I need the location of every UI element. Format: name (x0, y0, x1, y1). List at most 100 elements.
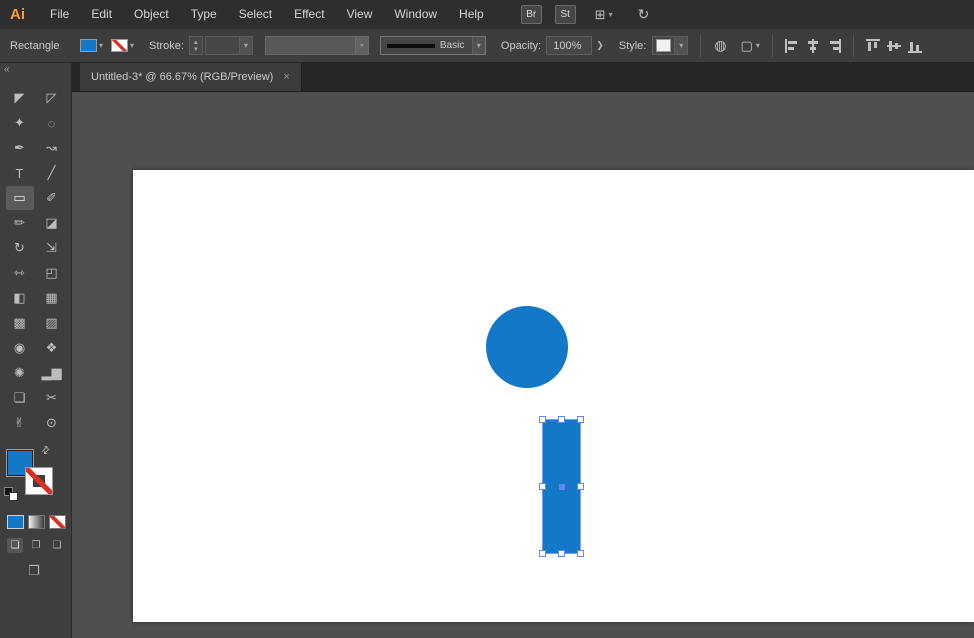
eyedropper-tool[interactable]: ◉ (6, 336, 34, 360)
chevron-down-icon[interactable]: ▾ (354, 37, 368, 54)
tool-icon: ✂ (46, 390, 57, 405)
symbol-sprayer-tool[interactable]: ✺ (6, 361, 34, 385)
close-icon[interactable]: × (283, 71, 289, 83)
rotate-tool[interactable]: ↻ (6, 236, 34, 260)
draw-behind-button[interactable]: ❐ (28, 538, 44, 553)
paintbrush-tool[interactable]: ✐ (38, 186, 66, 210)
selection-handle-sw[interactable] (539, 550, 546, 557)
rectangle-tool[interactable]: ▭ (5, 186, 34, 210)
swap-fill-stroke-icon[interactable]: ⇄ (39, 444, 53, 458)
collapse-panel-icon[interactable]: « (0, 63, 71, 78)
opacity-flyout-icon[interactable]: ❯ (596, 40, 604, 51)
document-tab[interactable]: Untitled-3* @ 66.67% (RGB/Preview) × (80, 63, 302, 91)
zoom-tool[interactable]: ⊙ (38, 411, 66, 435)
horizontal-align-left-icon[interactable] (784, 38, 799, 53)
stroke-width-stepper[interactable]: ▴ ▾ (188, 36, 203, 55)
color-button[interactable] (7, 515, 24, 529)
draw-inside-button[interactable]: ❑ (49, 538, 65, 553)
illustrator-logo[interactable]: Ai (10, 6, 25, 23)
tool-icon: ╱ (47, 165, 56, 180)
hand-tool[interactable]: ✌ (6, 411, 34, 435)
donut-shape[interactable] (486, 306, 568, 388)
fill-color-control[interactable]: ▾ (80, 39, 103, 52)
menu-object[interactable]: Object (123, 0, 180, 29)
recolor-artwork-icon[interactable]: ◍ (714, 37, 726, 54)
chevron-down-icon[interactable]: ▾ (471, 37, 485, 54)
horizontal-align-right-icon[interactable] (826, 38, 841, 53)
sync-icon[interactable]: ↻ (638, 6, 650, 23)
shaper-tool[interactable]: ✏ (6, 211, 34, 235)
free-transform-tool[interactable]: ◰ (38, 261, 66, 285)
curvature-tool[interactable]: ↝ (38, 136, 66, 160)
shape-builder-tool[interactable]: ◧ (6, 286, 34, 310)
width-tool[interactable]: ⇿ (6, 261, 34, 285)
scale-tool[interactable]: ⇲ (38, 236, 66, 260)
menu-window[interactable]: Window (383, 0, 448, 29)
eraser-tool[interactable]: ◪ (38, 211, 66, 235)
selection-handle-nw[interactable] (539, 416, 546, 423)
tool-icon: ⇲ (46, 240, 57, 255)
chevron-down-icon[interactable]: ▾ (238, 37, 252, 54)
selection-center-point[interactable] (558, 483, 565, 490)
line-segment-tool[interactable]: ╱ (38, 161, 66, 185)
selection-handle-se[interactable] (577, 550, 584, 557)
vertical-align-bottom-icon[interactable] (907, 38, 922, 53)
brush-definition-select[interactable]: Basic ▾ (379, 36, 486, 55)
stroke-label[interactable]: Stroke: (149, 40, 184, 52)
mesh-tool[interactable]: ▩ (6, 311, 34, 335)
chevron-down-icon[interactable]: ▾ (130, 41, 134, 50)
horizontal-align-center-icon[interactable] (805, 38, 820, 53)
gradient-tool[interactable]: ▨ (38, 311, 66, 335)
vertical-align-top-icon[interactable] (865, 38, 880, 53)
menu-help[interactable]: Help (448, 0, 495, 29)
menu-file[interactable]: File (39, 0, 80, 29)
lasso-tool[interactable]: ◌ (38, 111, 66, 135)
magic-wand-tool[interactable]: ✦ (6, 111, 34, 135)
stroke-color-control[interactable]: ▾ (111, 39, 134, 52)
column-graph-tool[interactable]: ▂▆ (38, 361, 66, 385)
none-button[interactable] (49, 515, 66, 529)
menu-effect[interactable]: Effect (283, 0, 335, 29)
slice-tool[interactable]: ✂ (38, 386, 66, 410)
document-setup-control[interactable]: ▢ ▾ (741, 38, 760, 54)
selection-handle-ne[interactable] (577, 416, 584, 423)
opacity-label[interactable]: Opacity: (501, 40, 541, 52)
menu-type[interactable]: Type (180, 0, 228, 29)
stroke-none-swatch[interactable] (111, 39, 129, 52)
menu-view[interactable]: View (336, 0, 384, 29)
stock-icon[interactable]: St (554, 5, 576, 24)
stepper-up-icon[interactable]: ▴ (194, 39, 198, 46)
stroke-swatch[interactable] (25, 467, 53, 495)
artboard-tool[interactable]: ❏ (6, 386, 34, 410)
chevron-down-icon[interactable]: ▾ (99, 41, 103, 50)
style-label[interactable]: Style: (619, 40, 647, 52)
opacity-field[interactable]: 100% (546, 36, 593, 55)
chevron-down-icon[interactable]: ▾ (674, 37, 688, 54)
canvas-area[interactable] (72, 92, 974, 638)
default-fill-stroke-icon[interactable] (4, 487, 20, 503)
selection-tool[interactable]: ◤ (6, 86, 34, 110)
selection-handle-e[interactable] (577, 482, 584, 490)
type-tool[interactable]: T (6, 161, 34, 185)
perspective-grid-tool[interactable]: ▦ (38, 286, 66, 310)
bridge-icon[interactable]: Br (520, 5, 542, 24)
gradient-button[interactable] (28, 515, 45, 529)
direct-selection-tool[interactable]: ◸ (38, 86, 66, 110)
selection-handle-s[interactable] (557, 550, 565, 557)
stroke-width-select[interactable]: ▾ (204, 36, 253, 55)
blend-tool[interactable]: ❖ (38, 336, 66, 360)
pen-tool[interactable]: ✒ (6, 136, 34, 160)
draw-normal-button[interactable]: ❏ (7, 538, 23, 553)
menu-edit[interactable]: Edit (80, 0, 123, 29)
vertical-align-center-icon[interactable] (886, 38, 901, 53)
workspace-switcher[interactable]: ⊞ ▾ (595, 7, 613, 23)
style-select[interactable]: ▾ (652, 36, 689, 55)
fill-swatch[interactable] (80, 39, 97, 52)
screen-mode-button[interactable]: ❒ (24, 563, 44, 579)
artboard[interactable] (133, 170, 974, 622)
selection-handle-w[interactable] (539, 482, 546, 490)
selection-handle-n[interactable] (557, 416, 565, 423)
stepper-down-icon[interactable]: ▾ (194, 46, 198, 53)
menu-select[interactable]: Select (228, 0, 283, 29)
width-profile-select[interactable]: ▾ (264, 36, 369, 55)
